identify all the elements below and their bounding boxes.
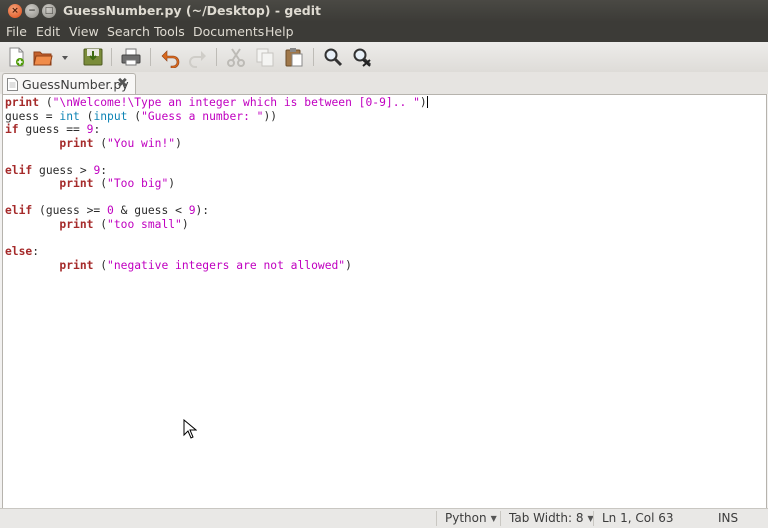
find-replace-icon[interactable] [351, 46, 373, 68]
window-maximize-button[interactable]: □ [42, 4, 56, 18]
editor-text-area[interactable]: print ("\nWelcome!\Type an integer which… [2, 94, 767, 509]
menu-search[interactable]: Search [107, 24, 150, 39]
code-line[interactable]: print ("too small") [5, 218, 188, 231]
save-icon[interactable] [82, 46, 104, 68]
open-recent-dropdown-icon[interactable] [59, 46, 71, 68]
find-icon[interactable] [322, 46, 344, 68]
menu-file[interactable]: File [6, 24, 27, 39]
code-line[interactable]: print ("negative integers are not allowe… [5, 259, 351, 272]
toolbar [0, 42, 768, 73]
status-bar: Python ▼ Tab Width: 8 ▼ Ln 1, Col 63 INS [0, 508, 768, 528]
language-selector[interactable]: Python ▼ [445, 511, 497, 525]
cut-icon[interactable] [225, 46, 247, 68]
undo-icon[interactable] [159, 46, 181, 68]
document-tab-bar: GuessNumber.py ✖ [0, 72, 768, 95]
menu-view[interactable]: View [69, 24, 99, 39]
window-close-button[interactable]: × [8, 4, 22, 18]
menu-tools[interactable]: Tools [154, 24, 185, 39]
source-code[interactable]: print ("\nWelcome!\Type an integer which… [5, 96, 428, 272]
document-icon [7, 78, 18, 91]
open-icon[interactable] [32, 46, 54, 68]
print-icon[interactable] [120, 46, 142, 68]
code-line[interactable]: print ("\nWelcome!\Type an integer which… [5, 96, 427, 109]
paste-icon[interactable] [283, 46, 305, 68]
menu-edit[interactable]: Edit [36, 24, 60, 39]
redo-icon[interactable] [187, 46, 209, 68]
menu-bar: File Edit View Search Tools Documents He… [0, 22, 768, 42]
mouse-pointer-icon [183, 419, 197, 439]
menu-help[interactable]: Help [265, 24, 294, 39]
cursor-position: Ln 1, Col 63 [602, 511, 674, 525]
window-minimize-button[interactable]: − [25, 4, 39, 18]
insert-mode: INS [718, 511, 739, 525]
new-document-icon[interactable] [5, 46, 27, 68]
code-line[interactable]: print ("Too big") [5, 177, 175, 190]
tab-guessnumber[interactable]: GuessNumber.py ✖ [2, 73, 136, 95]
window-title: GuessNumber.py (~/Desktop) - gedit [63, 3, 322, 18]
menu-documents[interactable]: Documents [193, 24, 264, 39]
code-line[interactable]: else: [5, 245, 39, 258]
tab-close-icon[interactable]: ✖ [117, 77, 128, 91]
gedit-window: × − □ GuessNumber.py (~/Desktop) - gedit… [0, 0, 768, 528]
code-line[interactable]: elif guess > 9: [5, 164, 107, 177]
copy-icon[interactable] [254, 46, 276, 68]
code-line[interactable]: guess = int (input ("Guess a number: ")) [5, 110, 277, 123]
text-caret [426, 96, 428, 108]
code-line[interactable]: print ("You win!") [5, 137, 181, 150]
title-bar[interactable]: × − □ GuessNumber.py (~/Desktop) - gedit [0, 0, 768, 22]
code-line[interactable]: if guess == 9: [5, 123, 100, 136]
tab-label: GuessNumber.py [22, 77, 129, 92]
code-line[interactable]: elif (guess >= 0 & guess < 9): [5, 204, 209, 217]
tab-width-selector[interactable]: Tab Width: 8 ▼ [509, 511, 594, 525]
